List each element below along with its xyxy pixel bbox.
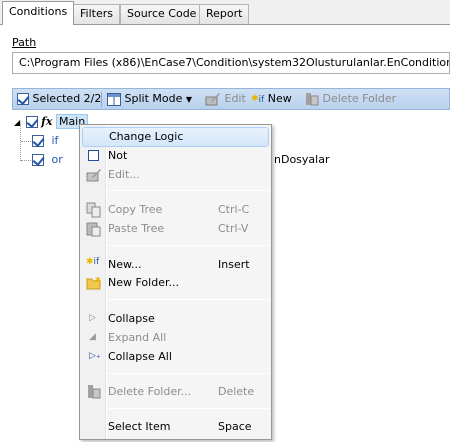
- split-mode-button[interactable]: Split Mode ▼: [107, 91, 192, 108]
- tree-line: [21, 160, 31, 161]
- menu-item-not[interactable]: Not: [82, 146, 269, 166]
- tab-filters-label: Filters: [80, 7, 113, 20]
- edit-button[interactable]: Edit: [205, 91, 246, 108]
- menu-item-label: Paste Tree: [108, 222, 165, 235]
- copy-icon: [86, 202, 102, 218]
- tree-node-main[interactable]: ◢ fx Main: [14, 113, 89, 130]
- tab-source-code[interactable]: Source Code: [120, 4, 204, 24]
- menu-item-label: Not: [108, 149, 128, 162]
- edit-label: Edit: [224, 92, 246, 105]
- menu-item-new[interactable]: ✱if New... Insert: [82, 255, 269, 275]
- selected-button[interactable]: Selected 2/2: [17, 91, 101, 108]
- tree-node-if[interactable]: if: [32, 132, 58, 149]
- menu-item-label: Expand All: [108, 331, 167, 344]
- new-prefix: if: [258, 95, 265, 105]
- tab-strip: Conditions Filters Source Code Report: [0, 0, 450, 25]
- menu-item-collapse-all[interactable]: ▷₊ Collapse All: [82, 347, 269, 367]
- tab-report[interactable]: Report: [199, 4, 250, 24]
- menu-item-label: Edit...: [108, 168, 140, 181]
- menu-item-shortcut: Delete: [218, 385, 255, 398]
- tree-node-if-label: if: [51, 134, 59, 147]
- menu-item-edit[interactable]: Edit...: [82, 165, 269, 185]
- menu-item-change-logic[interactable]: Change Logic: [82, 127, 269, 147]
- menu-separator: [108, 408, 269, 409]
- menu-item-shortcut: Ctrl-V: [218, 222, 249, 235]
- menu-item-label: New Folder...: [108, 276, 179, 289]
- menu-item-label: Copy Tree: [108, 203, 163, 216]
- tab-report-label: Report: [206, 7, 243, 20]
- split-mode-icon: [107, 92, 121, 106]
- path-label-text: Path: [12, 36, 37, 49]
- menu-item-shortcut: Insert: [218, 258, 250, 271]
- new-label: New: [267, 92, 292, 105]
- menu-item-new-folder[interactable]: ✱ New Folder...: [82, 273, 269, 293]
- menu-item-paste-tree[interactable]: Paste Tree Ctrl-V: [82, 219, 269, 239]
- collapse-triangle-icon: ▷: [89, 313, 96, 323]
- menu-separator: [108, 245, 269, 246]
- tree-node-or-tail: nDosyalar: [274, 153, 330, 166]
- delete-folder-button[interactable]: Delete Folder: [305, 91, 396, 108]
- checkbox-icon: [17, 93, 29, 105]
- svg-text:✱: ✱: [95, 276, 101, 284]
- menu-separator: [108, 190, 269, 191]
- collapse-arrow-icon[interactable]: ◢: [14, 118, 20, 127]
- delete-folder-icon: [306, 93, 319, 106]
- edit-icon: [86, 167, 102, 183]
- menu-item-copy-tree[interactable]: Copy Tree Ctrl-C: [82, 200, 269, 220]
- menu-item-label: Collapse: [108, 312, 155, 325]
- path-label: Path: [12, 36, 36, 49]
- checkbox-icon[interactable]: [32, 135, 44, 147]
- chevron-down-icon[interactable]: ▼: [186, 95, 192, 104]
- menu-item-label: New...: [108, 258, 142, 271]
- menu-item-shortcut: Space: [218, 420, 252, 433]
- checkbox-icon[interactable]: [32, 154, 44, 166]
- tab-conditions[interactable]: Conditions: [2, 1, 75, 25]
- menu-item-collapse[interactable]: ▷ Collapse: [82, 309, 269, 329]
- toolbar: Selected 2/2 Split Mode ▼ Edit ✱if New D…: [12, 88, 450, 110]
- menu-item-shortcut: Ctrl-C: [218, 203, 250, 216]
- tree-line: [21, 141, 31, 142]
- tab-filters[interactable]: Filters: [73, 4, 120, 24]
- context-menu: Change Logic Not Edit... Copy Tree Ctrl-…: [79, 124, 272, 440]
- menu-item-label: Collapse All: [108, 350, 172, 363]
- tree-node-or[interactable]: or: [32, 151, 63, 168]
- tree-node-or-label: or: [51, 153, 63, 166]
- path-input[interactable]: C:\Program Files (x86)\EnCase7\Condition…: [12, 52, 450, 74]
- not-checkbox-icon: [86, 148, 102, 164]
- menu-item-label: Delete Folder...: [108, 385, 192, 398]
- toolbar-separator: [101, 92, 102, 107]
- collapse-all-icon: ▷₊: [89, 351, 101, 361]
- tree-node-or-text: nDosyalar: [274, 151, 329, 168]
- delete-folder-icon: [86, 384, 102, 400]
- menu-item-label: Change Logic: [109, 130, 184, 143]
- function-icon: fx: [41, 115, 53, 128]
- delete-folder-label: Delete Folder: [322, 92, 397, 105]
- menu-item-label: Select Item: [108, 420, 171, 433]
- paste-icon: [86, 221, 102, 237]
- path-input-value: C:\Program Files (x86)\EnCase7\Condition…: [19, 56, 450, 69]
- edit-icon: [205, 93, 220, 106]
- checkbox-icon[interactable]: [25, 116, 38, 128]
- new-folder-icon: ✱: [86, 275, 102, 291]
- new-star-icon: ✱if: [86, 257, 100, 267]
- menu-item-delete-folder[interactable]: Delete Folder... Delete: [82, 382, 269, 402]
- split-mode-label: Split Mode: [124, 92, 183, 105]
- new-star-icon: ✱: [251, 94, 259, 104]
- menu-separator: [108, 373, 269, 374]
- menu-separator: [108, 299, 269, 300]
- selected-label: Selected 2/2: [32, 92, 102, 105]
- tab-conditions-label: Conditions: [9, 5, 68, 18]
- expand-all-icon: ◢: [89, 332, 96, 342]
- tab-source-code-label: Source Code: [127, 7, 197, 20]
- new-button[interactable]: ✱if New: [251, 91, 292, 108]
- menu-item-select-item[interactable]: Select Item Space: [82, 417, 269, 437]
- menu-item-expand-all[interactable]: ◢ Expand All: [82, 328, 269, 348]
